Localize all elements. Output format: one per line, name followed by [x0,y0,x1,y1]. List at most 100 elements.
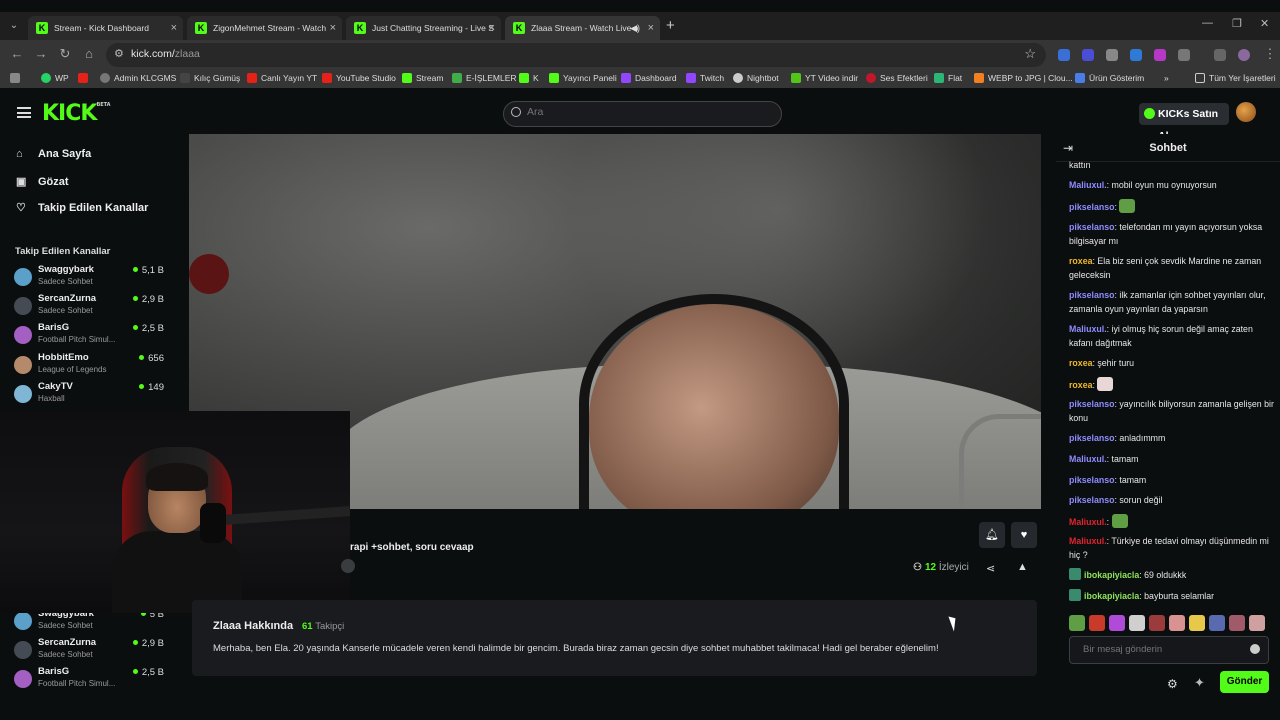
address-bar[interactable]: ⚙ kick.com/zlaaa ☆ [106,43,1046,67]
speaker-icon[interactable]: ◀) [630,16,640,40]
emote-icon[interactable] [1149,615,1165,631]
chat-username[interactable]: pikselanso [1069,475,1114,485]
emoji-picker-icon[interactable] [1250,644,1260,654]
emote-icon[interactable] [1249,615,1265,631]
followed-channel[interactable]: BarisG Football Pitch Simul... 2,5 B [14,322,164,350]
extension-icon[interactable] [1082,49,1094,61]
bookmark-item[interactable]: Ses Efektleri [866,73,928,83]
bookmark-item[interactable]: Twitch [686,73,724,83]
bookmark-item[interactable]: Dashboard [621,73,677,83]
bookmark-item[interactable]: Admin KLCGMS [100,73,176,83]
maximize-icon[interactable]: ❐ [1232,17,1242,30]
chat-username[interactable]: Maliuxul. [1069,180,1107,190]
search-bar[interactable] [503,101,782,127]
chat-username[interactable]: Maliuxul. [1069,536,1107,546]
bookmark-item[interactable]: Canlı Yayın YT [247,73,317,83]
chat-username[interactable]: ibokapiyiacla [1084,570,1139,580]
download-extension-icon[interactable] [1130,49,1142,61]
bookmark-item[interactable]: Ürün Gösterim [1075,73,1144,83]
emote-icon[interactable] [1109,615,1125,631]
emote-icon[interactable] [1089,615,1105,631]
translate-extension-icon[interactable] [1058,49,1070,61]
chat-username[interactable]: pikselanso [1069,222,1114,232]
chat-username[interactable]: Maliuxul. [1069,324,1107,334]
browser-tab[interactable]: K Just Chatting Streaming - Live S × [346,16,501,40]
chat-message-input[interactable] [1083,644,1243,655]
share-icon[interactable]: ⋖ [986,562,995,575]
notification-bell-button[interactable]: 🔔︎ [979,522,1005,548]
category-tag[interactable] [341,559,355,573]
close-tab-icon[interactable]: × [171,16,177,40]
send-message-button[interactable]: Gönder [1220,671,1269,693]
chat-username[interactable]: Maliuxul. [1069,454,1107,464]
emote-icon[interactable] [1069,615,1085,631]
close-window-icon[interactable]: ✕ [1260,17,1269,30]
bookmark-item[interactable]: Yayıncı Paneli [549,73,617,83]
menu-icon[interactable] [17,107,31,118]
buy-kicks-button[interactable]: KICKs Satın Al [1139,103,1229,142]
sidebar-item-home[interactable]: ⌂ Ana Sayfa [16,148,91,160]
back-icon[interactable]: ← [9,46,25,61]
bookmark-item[interactable]: YouTube Studio [322,73,396,83]
forward-icon[interactable]: → [33,46,49,61]
browser-tab[interactable]: K ZigonMehmet Stream - Watch × [187,16,342,40]
followed-channel[interactable]: CakyTV Haxball 149 [14,381,164,409]
chat-username[interactable]: roxea [1069,358,1092,368]
tab-search-icon[interactable]: ⌄ [6,18,22,34]
extensions-puzzle-icon[interactable] [1178,49,1190,61]
close-tab-icon[interactable]: × [648,16,654,40]
more-bookmarks-button[interactable]: » [1164,73,1169,83]
emote-icon[interactable] [1189,615,1205,631]
search-input[interactable] [527,106,767,118]
new-tab-icon[interactable]: + [666,17,675,34]
followed-channel[interactable]: SercanZurna Sadece Sohbet 2,9 B [14,293,164,321]
browser-menu-icon[interactable]: ⋮ [1262,46,1278,62]
extension-icon[interactable] [1154,49,1166,61]
bookmark-item[interactable]: Kılıç Gümüş [180,73,240,83]
chat-username[interactable]: pikselanso [1069,433,1114,443]
bookmark-item[interactable]: Stream [402,73,443,83]
follow-heart-button[interactable]: ♥ [1011,522,1037,548]
chat-username[interactable]: roxea [1069,256,1092,266]
chat-username[interactable]: roxea [1069,380,1092,390]
profile-avatar-icon[interactable] [1238,49,1250,61]
chat-username[interactable]: pikselanso [1069,202,1114,212]
bookmark-item[interactable]: WEBP to JPG | Clou... [974,73,1073,83]
emote-icon[interactable] [1169,615,1185,631]
report-warning-icon[interactable]: ▲ [1017,561,1028,573]
minimize-icon[interactable]: — [1202,17,1213,29]
all-bookmarks-folder[interactable]: Tüm Yer İşaretleri [1195,73,1276,83]
user-avatar[interactable] [1236,102,1256,122]
emote-icon[interactable] [1229,615,1245,631]
followed-channel[interactable]: HobbitEmo League of Legends 656 [14,352,164,380]
followed-channel[interactable]: BarisG Football Pitch Simul... 2,5 B [14,666,164,694]
bookmark-item[interactable]: YT Video indir [791,73,858,83]
apps-grid-icon[interactable] [10,73,24,83]
home-icon[interactable]: ⌂ [81,46,97,61]
bookmark-item[interactable]: WP [41,73,69,83]
chat-input-box[interactable] [1069,636,1269,664]
sidebar-item-following[interactable]: ♡ Takip Edilen Kanallar [16,201,148,214]
chat-username[interactable]: Maliuxul. [1069,517,1107,527]
close-tab-icon[interactable]: × [489,16,495,40]
site-info-icon[interactable]: ⚙ [114,47,124,60]
bookmark-item[interactable]: E-İŞLEMLER [452,73,517,83]
sidebar-item-browse[interactable]: ▣ Gözat [16,175,69,188]
emote-icon[interactable] [1129,615,1145,631]
bookmark-star-icon[interactable]: ☆ [1024,46,1036,62]
chat-username[interactable]: pikselanso [1069,399,1114,409]
browser-tab-active[interactable]: K Zlaaa Stream - Watch Live o ◀) × [505,16,660,40]
close-tab-icon[interactable]: × [330,16,336,40]
reload-icon[interactable]: ↻ [57,46,73,62]
emote-icon[interactable] [1209,615,1225,631]
kick-logo[interactable]: KICKBETA [42,101,111,126]
chat-username[interactable]: pikselanso [1069,290,1114,300]
youtube-bookmark-icon[interactable] [78,73,92,83]
bookmark-item[interactable]: K [519,73,539,83]
bookmark-item[interactable]: Nightbot [733,73,779,83]
chat-extension-icon[interactable]: ✦ [1194,675,1205,691]
chat-settings-icon[interactable]: ⚙ [1167,677,1178,691]
bookmark-item[interactable]: Flat [934,73,962,83]
media-control-icon[interactable] [1214,49,1226,61]
camera-extension-icon[interactable] [1106,49,1118,61]
